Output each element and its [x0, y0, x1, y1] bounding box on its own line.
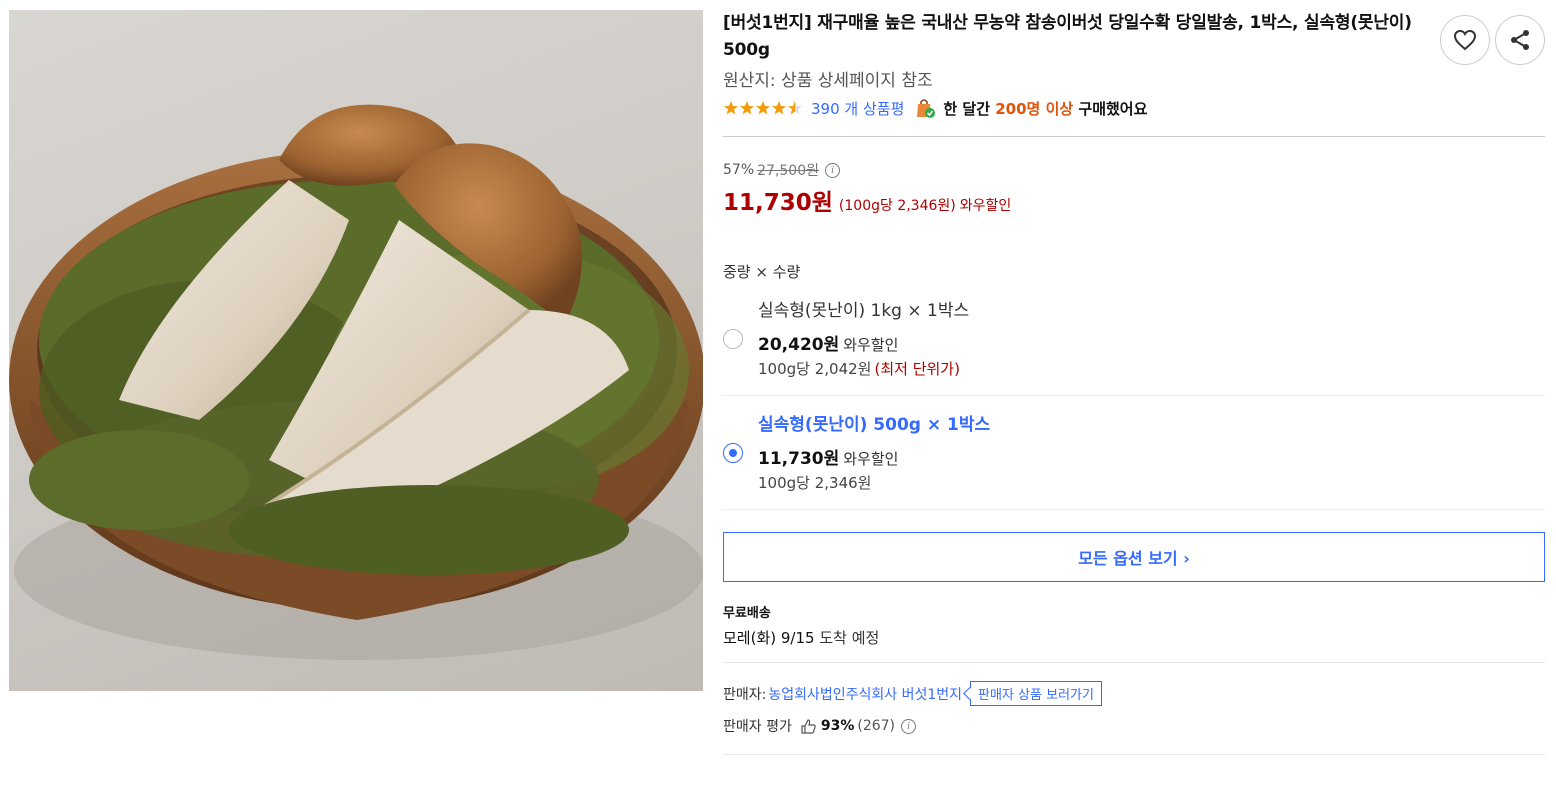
monthly-buyers: 한 달간 200명 이상 구매했어요 — [943, 98, 1147, 119]
product-image[interactable] — [9, 10, 703, 691]
lowest-unit-badge: (최저 단위가) — [874, 360, 960, 378]
view-all-options-button[interactable]: 모든 옵션 보기 › — [723, 532, 1545, 582]
seller-row: 판매자: 농업회사법인주식회사 버섯1번지 판매자 상품 보러가기 — [723, 681, 1545, 706]
seller-rating-percent: 93% — [820, 718, 855, 734]
original-price-row: 57% 27,500원 i — [723, 161, 1545, 179]
delivery-day: 모레(화) 9/15 — [723, 629, 815, 647]
option-unit-row: 100g당 2,346원 — [758, 472, 871, 493]
option-wow-label: 와우할인 — [843, 336, 899, 354]
option-name: 실속형(못난이) 500g × 1박스 — [758, 415, 991, 435]
discount-rate: 57% — [723, 162, 755, 178]
product-title: [버섯1번지] 재구매율 높은 국내산 무농약 참송이버섯 당일수확 당일발송,… — [723, 13, 1412, 60]
star-rating[interactable] — [723, 100, 803, 116]
info-icon[interactable]: i — [825, 162, 840, 178]
seller-rating-count: (267) — [857, 718, 896, 734]
delivery-suffix: 도착 예정 — [814, 629, 880, 647]
origin-text: 원산지: 상품 상세페이지 참조 — [723, 71, 933, 91]
share-icon — [1511, 30, 1529, 50]
seller-rating-label: 판매자 평가 — [723, 719, 792, 735]
option-500g[interactable]: 실속형(못난이) 500g × 1박스 11,730원 와우할인 100g당 2,… — [723, 396, 1545, 510]
option-radio[interactable] — [723, 329, 743, 349]
option-price-row: 11,730원 와우할인 — [758, 444, 898, 469]
option-radio-selected[interactable] — [723, 443, 743, 463]
sale-price-row: 11,730원 (100g당 2,346원) 와우할인 — [723, 183, 1545, 217]
product-info: [버섯1번지] 재구매율 높은 국내산 무농약 참송이버섯 당일수확 당일발송,… — [723, 10, 1545, 755]
star-icon — [740, 101, 754, 115]
star-icon — [756, 101, 770, 115]
seller-name-link[interactable]: 농업회사법인주식회사 버섯1번지 — [768, 684, 962, 704]
option-header: 중량 × 수량 — [723, 263, 801, 281]
heart-icon — [1453, 29, 1477, 51]
free-shipping-label: 무료배송 — [723, 606, 771, 621]
option-1kg[interactable]: 실속형(못난이) 1kg × 1박스 20,420원 와우할인 100g당 2,0… — [723, 282, 1545, 396]
star-icon — [788, 101, 802, 115]
price-block: 57% 27,500원 i 11,730원 (100g당 2,346원) 와우할… — [723, 161, 1545, 217]
option-price: 11,730원 — [758, 449, 840, 469]
unit-price: (100g당 2,346원) — [838, 198, 956, 214]
buyers-prefix: 한 달간 — [943, 99, 996, 118]
divider — [723, 136, 1545, 137]
delivery-date: 모레(화) 9/15 도착 예정 — [723, 627, 1545, 648]
option-price: 20,420원 — [758, 335, 840, 355]
thumbs-up-icon — [801, 718, 816, 734]
shopping-bag-check-icon — [917, 99, 936, 118]
rating-row: 390 개 상품평 한 달간 200명 이상 구매했어요 — [723, 96, 1545, 120]
option-price-row: 20,420원 와우할인 — [758, 330, 898, 355]
buyers-suffix: 구매했어요 — [1073, 99, 1148, 118]
star-icon — [772, 101, 786, 115]
wishlist-button[interactable] — [1440, 15, 1490, 65]
option-unit-price: 100g당 2,042원 — [758, 360, 872, 378]
seller-rating-row: 판매자 평가 93% (267) i — [723, 716, 1545, 736]
info-icon[interactable]: i — [901, 718, 917, 734]
option-name: 실속형(못난이) 1kg × 1박스 — [758, 301, 970, 321]
buyers-highlight: 200명 이상 — [995, 99, 1074, 118]
original-price: 27,500원 — [757, 163, 819, 179]
seller-products-button[interactable]: 판매자 상품 보러가기 — [970, 681, 1102, 706]
star-icon — [724, 101, 738, 115]
shipping-info: 무료배송 모레(화) 9/15 도착 예정 — [723, 602, 1545, 663]
share-button[interactable] — [1495, 15, 1545, 65]
option-wow-label: 와우할인 — [843, 450, 899, 468]
option-unit-row: 100g당 2,042원 (최저 단위가) — [758, 358, 960, 379]
seller-info: 판매자: 농업회사법인주식회사 버섯1번지 판매자 상품 보러가기 판매자 평가… — [723, 681, 1545, 755]
seller-label: 판매자: — [723, 686, 767, 703]
option-unit-price: 100g당 2,346원 — [758, 474, 872, 492]
wow-discount-label: 와우할인 — [959, 198, 1012, 214]
review-count-link[interactable]: 390 개 상품평 — [811, 98, 904, 119]
mushroom-photo — [9, 104, 703, 660]
sale-price: 11,730원 — [723, 190, 833, 216]
